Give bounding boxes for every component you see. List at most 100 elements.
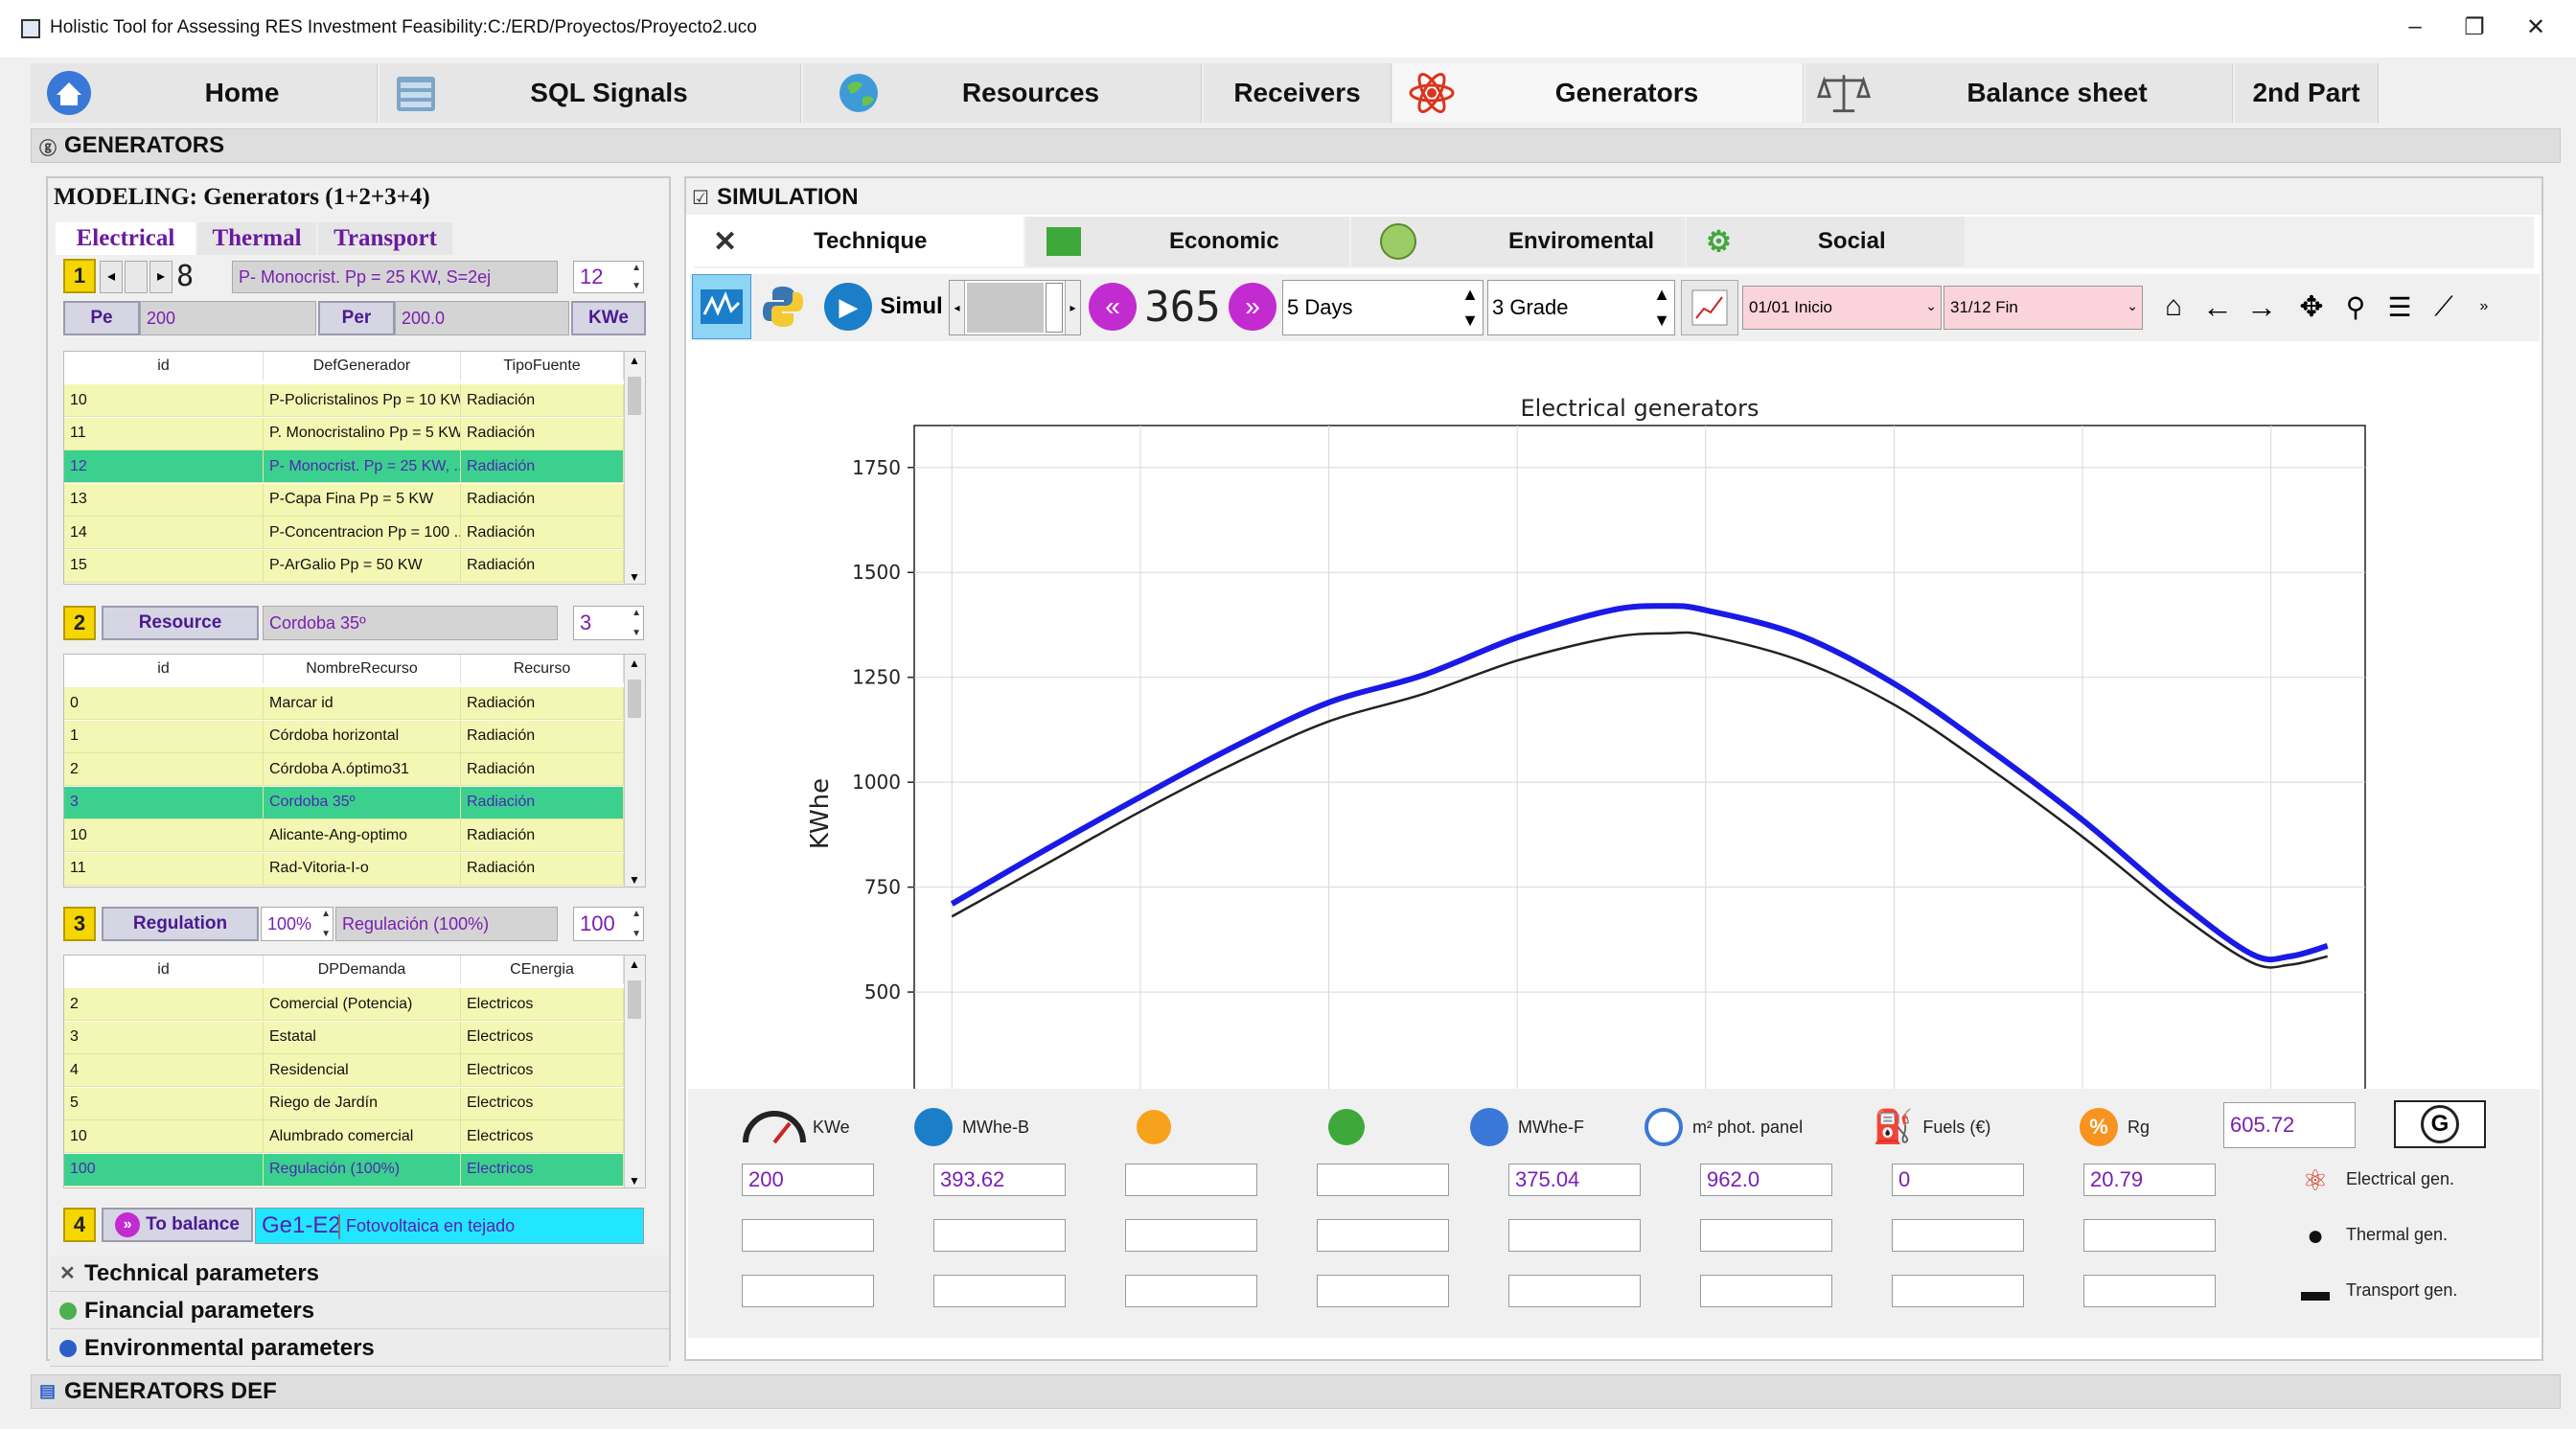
scroll-thumb[interactable] (628, 680, 641, 718)
signal-icon[interactable] (692, 274, 751, 339)
column-header[interactable]: CEnergia (461, 956, 624, 984)
end-date-select[interactable]: 31/12 Fin ⌄ (1944, 286, 2143, 330)
environmental-parameters-accordion[interactable]: Environmental parameters (50, 1330, 669, 1367)
regulation-button[interactable]: Regulation (102, 907, 259, 941)
tab-technique[interactable]: ✕ Technique (694, 217, 1024, 266)
spin-up-icon[interactable]: ▲ (321, 909, 331, 919)
home-view-icon[interactable]: ⌂ (2152, 274, 2195, 339)
subtab-thermal[interactable]: Thermal (197, 222, 316, 255)
spin-up-icon[interactable]: ▲ (632, 263, 641, 273)
slider-handle[interactable] (1046, 283, 1063, 333)
forward-button[interactable]: » (1225, 274, 1280, 339)
tab-2nd-part[interactable]: 2nd Part (2235, 63, 2379, 123)
balance-target-field[interactable]: Ge1-E2 Fotovoltaica en tejado (255, 1208, 644, 1244)
result-field[interactable] (933, 1219, 1066, 1252)
result-field[interactable] (1317, 1219, 1449, 1252)
g-button[interactable]: G (2394, 1100, 2486, 1148)
period-spinbox[interactable]: 5 Days ▲ ▼ (1282, 280, 1484, 335)
spin-down-icon[interactable]: ▼ (1653, 311, 1670, 331)
plot-settings-icon[interactable] (1681, 280, 1738, 335)
table-scrollbar[interactable]: ▲ ▼ (624, 956, 645, 1187)
spin-down-icon[interactable]: ▼ (632, 929, 641, 939)
column-header[interactable]: DefGenerador (264, 352, 461, 380)
python-icon[interactable] (753, 274, 813, 339)
regulation-id-spinbox[interactable]: 100 ▲ ▼ (573, 907, 644, 941)
result-field[interactable]: 605.72 (2223, 1102, 2356, 1148)
table-row[interactable]: 2 Comercial (Potencia) Electricos (64, 988, 624, 1021)
pe-field[interactable]: 200 (140, 301, 316, 335)
scroll-down-icon[interactable]: ▼ (629, 873, 640, 887)
technical-parameters-accordion[interactable]: ✕ Technical parameters (50, 1256, 669, 1292)
result-field[interactable]: 375.04 (1508, 1164, 1641, 1196)
result-field[interactable] (742, 1275, 874, 1307)
result-field[interactable] (1700, 1219, 1832, 1252)
subtab-electrical[interactable]: Electrical (56, 222, 196, 255)
result-field[interactable] (1892, 1275, 2024, 1307)
subtab-transport[interactable]: Transport (318, 222, 452, 255)
tab-enviromental[interactable]: Enviromental (1351, 217, 1685, 266)
scroll-up-icon[interactable]: ▲ (629, 657, 640, 670)
result-field[interactable] (1317, 1275, 1449, 1307)
financial-parameters-accordion[interactable]: Financial parameters (50, 1293, 669, 1329)
tab-economic[interactable]: Economic (1025, 217, 1349, 266)
section-generators-def[interactable]: ▤ GENERATORS DEF (31, 1374, 2561, 1409)
result-field[interactable] (2083, 1275, 2216, 1307)
more-tools-icon[interactable]: » (2472, 274, 2496, 339)
table-row[interactable]: 11 Rad-Vitoria-I-o Radiación (64, 852, 624, 886)
result-field[interactable] (2083, 1219, 2216, 1252)
regulation-percent-spinbox[interactable]: 100% ▲ ▼ (261, 907, 334, 941)
result-field[interactable] (1508, 1219, 1641, 1252)
rewind-button[interactable]: « (1085, 274, 1140, 339)
edit-axis-icon[interactable]: ⟋ (2423, 274, 2465, 339)
tab-receivers[interactable]: Receivers (1204, 63, 1392, 123)
result-field[interactable] (1892, 1219, 2024, 1252)
zoom-icon[interactable]: ⚲ (2334, 274, 2377, 339)
table-row[interactable]: 12 P- Monocrist. Pp = 25 KW, ... Radiación (64, 450, 624, 483)
tab-balance-sheet[interactable]: Balance sheet (1806, 63, 2233, 123)
column-header[interactable]: id (64, 352, 264, 380)
subplots-config-icon[interactable]: ☰ (2379, 274, 2421, 339)
spin-up-icon[interactable]: ▲ (632, 909, 641, 919)
slider-left-icon[interactable]: ◂ (950, 281, 965, 334)
table-row[interactable]: 15 P-ArGalio Pp = 50 KW Radiación (64, 549, 624, 583)
scroll-down-icon[interactable]: ▼ (629, 1174, 640, 1187)
result-field[interactable]: 20.79 (2083, 1164, 2216, 1196)
column-header[interactable]: Recurso (461, 655, 624, 683)
result-field[interactable]: 962.0 (1700, 1164, 1832, 1196)
tab-generators[interactable]: Generators (1393, 63, 1804, 123)
result-field[interactable] (1700, 1275, 1832, 1307)
back-arrow-icon[interactable]: ← (2196, 274, 2239, 339)
scroll-up-icon[interactable]: ▲ (629, 957, 640, 971)
scroll-thumb[interactable] (628, 377, 641, 415)
table-row[interactable]: 3 Cordoba 35º Radiación (64, 786, 624, 819)
table-row[interactable]: 10 Alumbrado comercial Electricos (64, 1120, 624, 1153)
table-row[interactable]: 3 Estatal Electricos (64, 1021, 624, 1054)
table-row[interactable]: 5 Riego de Jardín Electricos (64, 1087, 624, 1120)
result-field[interactable] (1317, 1164, 1449, 1196)
tab-home[interactable]: Home (31, 63, 378, 123)
table-row[interactable]: 10 P-Policristalinos Pp = 10 KW Radiación (64, 384, 624, 417)
table-row[interactable]: 13 P-Capa Fina Pp = 5 KW Radiación (64, 483, 624, 517)
pan-icon[interactable]: ✥ (2290, 274, 2333, 339)
table-row[interactable]: 100 Regulación (100%) Electricos (64, 1153, 624, 1187)
result-field[interactable]: 393.62 (933, 1164, 1066, 1196)
spin-down-icon[interactable]: ▼ (1461, 311, 1479, 331)
table-row[interactable]: 2 Córdoba A.óptimo31 Radiación (64, 753, 624, 786)
result-field[interactable]: 0 (1892, 1164, 2024, 1196)
result-field[interactable] (1125, 1219, 1257, 1252)
scroll-up-icon[interactable]: ▲ (629, 354, 640, 367)
per-field[interactable]: 200.0 (395, 301, 569, 335)
tab-sql-signals[interactable]: SQL Signals (380, 63, 801, 123)
tab-social[interactable]: ⚙ Social (1687, 217, 1965, 266)
column-header[interactable]: DPDemanda (264, 956, 461, 984)
restore-button[interactable]: ❐ (2455, 13, 2494, 41)
table-scrollbar[interactable]: ▲ ▼ (624, 655, 645, 887)
forward-arrow-icon[interactable]: → (2241, 274, 2283, 339)
table-row[interactable]: 10 Alicante-Ang-optimo Radiación (64, 819, 624, 852)
table-row[interactable]: 11 P. Monocristalino Pp = 5 KW Radiación (64, 417, 624, 450)
spin-up-icon[interactable]: ▲ (1653, 285, 1670, 305)
simul-button[interactable]: ▶ Simul (820, 274, 947, 339)
time-slider[interactable]: ◂ ▸ (949, 280, 1081, 335)
column-header[interactable]: TipoFuente (461, 352, 624, 380)
to-balance-button[interactable]: » To balance (102, 1208, 253, 1242)
